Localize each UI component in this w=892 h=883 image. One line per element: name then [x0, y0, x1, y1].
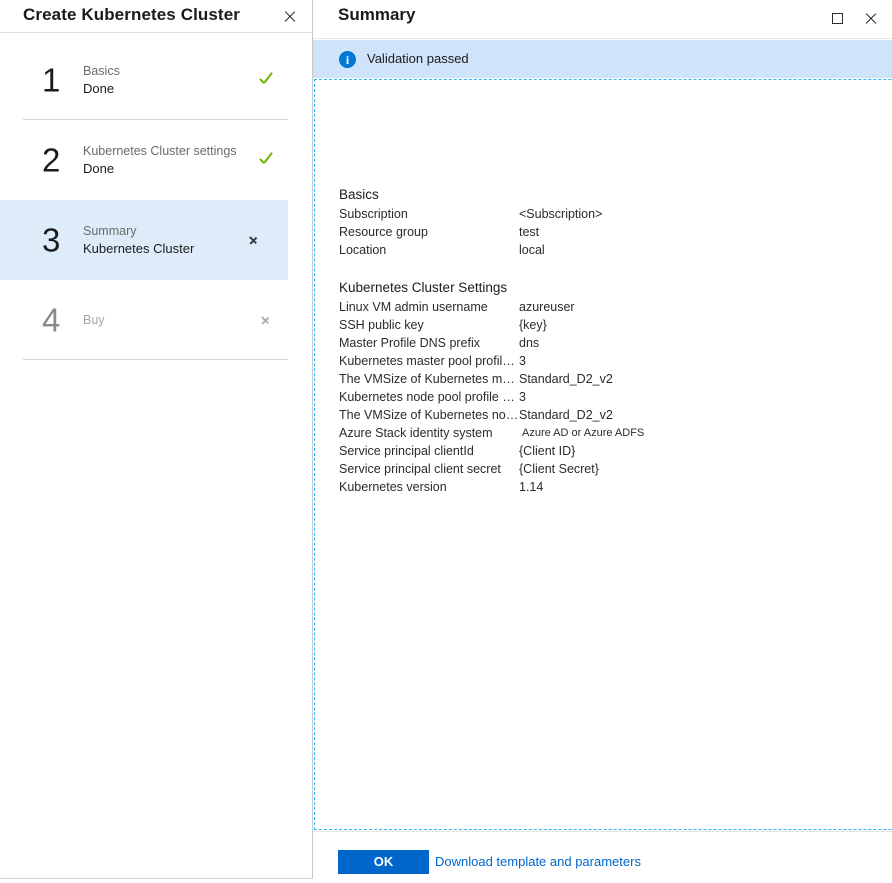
row-value: azureuser — [519, 298, 575, 316]
validation-banner: i Validation passed — [313, 40, 892, 78]
row-label: Kubernetes version — [339, 478, 519, 496]
summary-row: Master Profile DNS prefixdns — [339, 334, 644, 352]
summary-row: Subscription<Subscription> — [339, 205, 602, 223]
ok-button[interactable]: OK — [338, 850, 429, 874]
row-label: Service principal client secret — [339, 460, 519, 478]
summary-title: Summary — [338, 5, 415, 25]
step-status — [258, 70, 278, 90]
summary-maximize-button[interactable] — [825, 6, 849, 30]
step-label: Buy — [83, 311, 105, 329]
create-cluster-wizard-panel: Create Kubernetes Cluster 1 Basics Done … — [0, 0, 313, 883]
wizard-close-button[interactable] — [276, 3, 302, 29]
row-label: SSH public key — [339, 316, 519, 334]
wizard-step-summary[interactable]: 3 Summary Kubernetes Cluster — [0, 200, 288, 280]
step-number: 3 — [42, 224, 60, 257]
section-title: Kubernetes Cluster Settings — [339, 278, 644, 297]
row-label: Subscription — [339, 205, 519, 223]
step-status — [246, 230, 266, 250]
row-label: The VMSize of Kubernetes master nodes — [339, 370, 519, 388]
row-label: Master Profile DNS prefix — [339, 334, 519, 352]
row-label: Kubernetes node pool profile count — [339, 388, 519, 406]
summary-row: Locationlocal — [339, 241, 602, 259]
wizard-steps-list: 1 Basics Done 2 Kubernetes Cluster setti… — [0, 40, 312, 360]
row-value: <Subscription> — [519, 205, 602, 223]
wizard-step-basics[interactable]: 1 Basics Done — [0, 40, 312, 120]
wizard-title: Create Kubernetes Cluster — [23, 5, 240, 25]
summary-row: Kubernetes version1.14 — [339, 478, 644, 496]
row-value: dns — [519, 334, 539, 352]
step-divider — [23, 359, 288, 360]
summary-close-button[interactable] — [858, 6, 882, 30]
row-label: Service principal clientId — [339, 442, 519, 460]
wizard-step-buy[interactable]: 4 Buy — [0, 280, 312, 360]
check-icon — [258, 150, 276, 168]
step-text: Summary Kubernetes Cluster — [83, 222, 194, 258]
wizard-header: Create Kubernetes Cluster — [0, 0, 312, 33]
step-label: Summary — [83, 222, 194, 240]
row-label: Azure Stack identity system — [339, 424, 519, 442]
step-sublabel: Done — [83, 80, 120, 98]
wizard-step-kubernetes-cluster-settings[interactable]: 2 Kubernetes Cluster settings Done — [0, 120, 312, 200]
download-template-link[interactable]: Download template and parameters — [435, 854, 641, 869]
row-label: The VMSize of Kubernetes node nodes — [339, 406, 519, 424]
step-number: 1 — [42, 64, 60, 97]
summary-row: Resource grouptest — [339, 223, 602, 241]
row-value: local — [519, 241, 545, 259]
step-label: Basics — [83, 62, 120, 80]
row-value: Azure AD or Azure ADFS — [519, 424, 644, 442]
step-text: Buy — [83, 311, 105, 329]
summary-row: Service principal clientId{Client ID} — [339, 442, 644, 460]
row-value: {Client ID} — [519, 442, 575, 460]
step-number: 4 — [42, 304, 60, 337]
step-number: 2 — [42, 144, 60, 177]
summary-section-kubernetes-cluster-settings: Kubernetes Cluster Settings Linux VM adm… — [339, 278, 644, 496]
step-sublabel: Kubernetes Cluster — [83, 240, 194, 258]
row-label: Resource group — [339, 223, 519, 241]
check-icon — [258, 70, 276, 88]
summary-row: Service principal client secret{Client S… — [339, 460, 644, 478]
row-value: Standard_D2_v2 — [519, 406, 613, 424]
row-value: {Client Secret} — [519, 460, 599, 478]
summary-row: The VMSize of Kubernetes node nodesStand… — [339, 406, 644, 424]
info-icon: i — [339, 51, 356, 68]
step-text: Kubernetes Cluster settings Done — [83, 142, 237, 178]
step-label: Kubernetes Cluster settings — [83, 142, 237, 160]
step-status — [258, 150, 278, 170]
maximize-icon — [832, 13, 843, 24]
summary-row: Kubernetes master pool profile count3 — [339, 352, 644, 370]
row-label: Kubernetes master pool profile count — [339, 352, 519, 370]
chevron-right-icon — [258, 310, 274, 328]
summary-row: The VMSize of Kubernetes master nodesSta… — [339, 370, 644, 388]
close-icon — [864, 12, 877, 25]
close-icon — [283, 10, 296, 23]
row-value: Standard_D2_v2 — [519, 370, 613, 388]
step-sublabel: Done — [83, 160, 237, 178]
row-value: 3 — [519, 352, 526, 370]
row-label: Linux VM admin username — [339, 298, 519, 316]
summary-row: Linux VM admin usernameazureuser — [339, 298, 644, 316]
step-status — [258, 310, 278, 330]
summary-row: Azure Stack identity systemAzure AD or A… — [339, 424, 644, 442]
row-value: 3 — [519, 388, 526, 406]
summary-footer: OK Download template and parameters — [313, 831, 892, 883]
summary-header: Summary — [313, 0, 892, 39]
wizard-bottom-strip — [0, 878, 313, 883]
section-title: Basics — [339, 185, 602, 204]
validation-message: Validation passed — [367, 51, 469, 66]
row-value: {key} — [519, 316, 547, 334]
summary-panel: Summary i Validation passed Basics Subsc… — [313, 0, 892, 883]
summary-row: SSH public key{key} — [339, 316, 644, 334]
row-label: Location — [339, 241, 519, 259]
summary-content-area: Basics Subscription<Subscription> Resour… — [314, 79, 892, 830]
row-value: test — [519, 223, 539, 241]
step-text: Basics Done — [83, 62, 120, 98]
row-value: 1.14 — [519, 478, 543, 496]
summary-section-basics: Basics Subscription<Subscription> Resour… — [339, 185, 602, 259]
summary-row: Kubernetes node pool profile count3 — [339, 388, 644, 406]
chevron-right-icon — [246, 230, 262, 248]
